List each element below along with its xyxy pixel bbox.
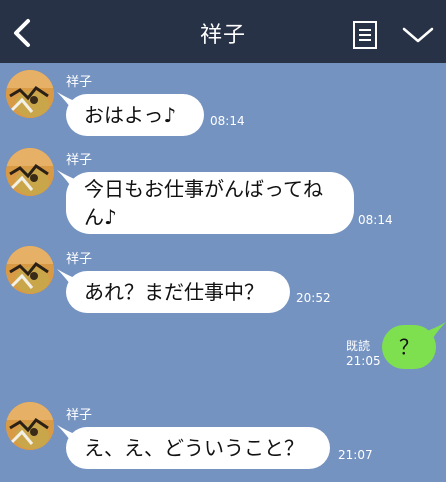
message-time: 08:14 xyxy=(210,114,245,128)
message-text: ？ xyxy=(399,335,419,359)
read-receipt: 既読 21:05 xyxy=(346,339,381,369)
message-time: 20:52 xyxy=(296,291,331,305)
sender-name: 祥子 xyxy=(66,153,93,168)
bubble-tail xyxy=(57,269,77,291)
chat-title: 祥子 xyxy=(199,23,246,48)
bubble-tail xyxy=(57,425,77,447)
sender-name: 祥子 xyxy=(66,252,93,267)
avatar[interactable] xyxy=(6,70,54,118)
message-time: 21:05 xyxy=(346,354,381,368)
bubble-tail xyxy=(424,322,446,346)
message-text: 今日もお仕事がんばってね ん♪ xyxy=(84,177,323,229)
sender-name: 祥子 xyxy=(66,75,93,90)
chevron-down-icon[interactable] xyxy=(402,25,434,45)
avatar[interactable] xyxy=(6,402,54,450)
chat-header: 祥子 xyxy=(0,0,446,63)
message-text: え、え、どういうこと？ xyxy=(84,436,304,460)
message-time: 08:14 xyxy=(358,213,393,227)
message-bubble[interactable]: あれ？まだ仕事中？ xyxy=(57,269,290,313)
bubble-tail xyxy=(57,170,77,192)
sender-name: 祥子 xyxy=(66,408,93,423)
notes-icon[interactable] xyxy=(352,20,378,50)
message-bubble[interactable]: 今日もお仕事がんばってね ん♪ xyxy=(57,170,354,234)
message-bubble[interactable]: え、え、どういうこと？ xyxy=(57,425,330,469)
avatar[interactable] xyxy=(6,246,54,294)
my-message-bubble[interactable]: ？ xyxy=(382,322,446,369)
message-text: おはよっ♪ xyxy=(84,103,177,127)
avatar[interactable] xyxy=(6,148,54,196)
message-bubble[interactable]: おはよっ♪ xyxy=(57,92,204,136)
bubble-tail xyxy=(57,92,77,114)
read-label: 既読 xyxy=(346,339,371,353)
message-text: あれ？まだ仕事中？ xyxy=(84,280,264,304)
message-time: 21:07 xyxy=(338,448,373,462)
